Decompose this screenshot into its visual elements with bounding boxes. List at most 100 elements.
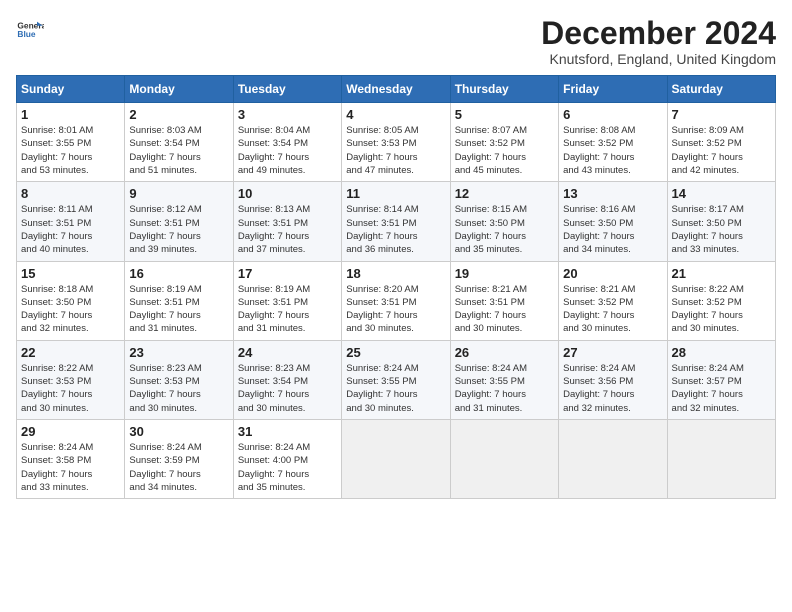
day-number: 13 (563, 186, 662, 201)
calendar-cell: 7Sunrise: 8:09 AM Sunset: 3:52 PM Daylig… (667, 103, 775, 182)
calendar-cell: 15 Sunrise: 8:18 AM Sunset: 3:50 PM Dayli… (17, 261, 125, 340)
calendar-cell: 22 Sunrise: 8:22 AM Sunset: 3:53 PM Dayli… (17, 340, 125, 419)
calendar-cell: 21 Sunrise: 8:22 AM Sunset: 3:52 PM Dayli… (667, 261, 775, 340)
day-number: 29 (21, 424, 120, 439)
day-info: Sunrise: 8:04 AM Sunset: 3:54 PM Dayligh… (238, 124, 337, 177)
day-number: 21 (672, 266, 771, 281)
day-info: Sunrise: 8:24 AM Sunset: 3:58 PM Dayligh… (21, 441, 120, 494)
calendar-cell: 29 Sunrise: 8:24 AM Sunset: 3:58 PM Dayli… (17, 419, 125, 498)
day-number: 5 (455, 107, 554, 122)
day-header-wednesday: Wednesday (342, 76, 450, 103)
day-number: 14 (672, 186, 771, 201)
calendar-cell: 27 Sunrise: 8:24 AM Sunset: 3:56 PM Dayli… (559, 340, 667, 419)
calendar-week-1: 8 Sunrise: 8:11 AM Sunset: 3:51 PM Daylig… (17, 182, 776, 261)
calendar-cell (450, 419, 558, 498)
calendar-cell: 14Sunrise: 8:17 AM Sunset: 3:50 PM Dayli… (667, 182, 775, 261)
calendar-cell: 20 Sunrise: 8:21 AM Sunset: 3:52 PM Dayli… (559, 261, 667, 340)
calendar-cell: 19Sunrise: 8:21 AM Sunset: 3:51 PM Dayli… (450, 261, 558, 340)
day-info: Sunrise: 8:18 AM Sunset: 3:50 PM Dayligh… (21, 283, 120, 336)
calendar-cell: 24Sunrise: 8:23 AM Sunset: 3:54 PM Dayli… (233, 340, 341, 419)
day-info: Sunrise: 8:11 AM Sunset: 3:51 PM Dayligh… (21, 203, 120, 256)
calendar-cell (342, 419, 450, 498)
day-number: 7 (672, 107, 771, 122)
day-header-friday: Friday (559, 76, 667, 103)
day-number: 8 (21, 186, 120, 201)
svg-text:Blue: Blue (17, 29, 35, 39)
day-info: Sunrise: 8:23 AM Sunset: 3:54 PM Dayligh… (238, 362, 337, 415)
calendar-cell: 4 Sunrise: 8:05 AM Sunset: 3:53 PM Daylig… (342, 103, 450, 182)
day-header-monday: Monday (125, 76, 233, 103)
calendar-cell: 6Sunrise: 8:08 AM Sunset: 3:52 PM Daylig… (559, 103, 667, 182)
day-info: Sunrise: 8:22 AM Sunset: 3:52 PM Dayligh… (672, 283, 771, 336)
calendar-header-row: SundayMondayTuesdayWednesdayThursdayFrid… (17, 76, 776, 103)
day-info: Sunrise: 8:14 AM Sunset: 3:51 PM Dayligh… (346, 203, 445, 256)
day-number: 22 (21, 345, 120, 360)
day-info: Sunrise: 8:03 AM Sunset: 3:54 PM Dayligh… (129, 124, 228, 177)
day-number: 9 (129, 186, 228, 201)
day-info: Sunrise: 8:05 AM Sunset: 3:53 PM Dayligh… (346, 124, 445, 177)
day-info: Sunrise: 8:12 AM Sunset: 3:51 PM Dayligh… (129, 203, 228, 256)
calendar-cell: 11 Sunrise: 8:14 AM Sunset: 3:51 PM Dayli… (342, 182, 450, 261)
day-number: 2 (129, 107, 228, 122)
day-number: 28 (672, 345, 771, 360)
day-info: Sunrise: 8:19 AM Sunset: 3:51 PM Dayligh… (129, 283, 228, 336)
day-number: 31 (238, 424, 337, 439)
day-number: 19 (455, 266, 554, 281)
calendar-cell: 16 Sunrise: 8:19 AM Sunset: 3:51 PM Dayli… (125, 261, 233, 340)
day-info: Sunrise: 8:24 AM Sunset: 3:59 PM Dayligh… (129, 441, 228, 494)
day-header-saturday: Saturday (667, 76, 775, 103)
day-number: 17 (238, 266, 337, 281)
day-info: Sunrise: 8:16 AM Sunset: 3:50 PM Dayligh… (563, 203, 662, 256)
day-info: Sunrise: 8:24 AM Sunset: 3:55 PM Dayligh… (455, 362, 554, 415)
calendar-cell: 8 Sunrise: 8:11 AM Sunset: 3:51 PM Daylig… (17, 182, 125, 261)
day-number: 20 (563, 266, 662, 281)
day-info: Sunrise: 8:01 AM Sunset: 3:55 PM Dayligh… (21, 124, 120, 177)
day-number: 15 (21, 266, 120, 281)
day-info: Sunrise: 8:21 AM Sunset: 3:52 PM Dayligh… (563, 283, 662, 336)
calendar-cell: 25Sunrise: 8:24 AM Sunset: 3:55 PM Dayli… (342, 340, 450, 419)
day-number: 4 (346, 107, 445, 122)
day-info: Sunrise: 8:24 AM Sunset: 4:00 PM Dayligh… (238, 441, 337, 494)
day-header-tuesday: Tuesday (233, 76, 341, 103)
calendar-cell: 30 Sunrise: 8:24 AM Sunset: 3:59 PM Dayli… (125, 419, 233, 498)
logo: General Blue (16, 16, 44, 44)
calendar-cell: 18 Sunrise: 8:20 AM Sunset: 3:51 PM Dayli… (342, 261, 450, 340)
day-number: 18 (346, 266, 445, 281)
day-info: Sunrise: 8:22 AM Sunset: 3:53 PM Dayligh… (21, 362, 120, 415)
calendar-cell: 2 Sunrise: 8:03 AM Sunset: 3:54 PM Daylig… (125, 103, 233, 182)
day-info: Sunrise: 8:15 AM Sunset: 3:50 PM Dayligh… (455, 203, 554, 256)
day-number: 3 (238, 107, 337, 122)
calendar-cell: 9 Sunrise: 8:12 AM Sunset: 3:51 PM Daylig… (125, 182, 233, 261)
calendar-cell: 10 Sunrise: 8:13 AM Sunset: 3:51 PM Dayli… (233, 182, 341, 261)
day-number: 30 (129, 424, 228, 439)
subtitle: Knutsford, England, United Kingdom (541, 51, 776, 67)
day-number: 10 (238, 186, 337, 201)
day-info: Sunrise: 8:13 AM Sunset: 3:51 PM Dayligh… (238, 203, 337, 256)
day-info: Sunrise: 8:20 AM Sunset: 3:51 PM Dayligh… (346, 283, 445, 336)
main-title: December 2024 (541, 16, 776, 51)
day-info: Sunrise: 8:07 AM Sunset: 3:52 PM Dayligh… (455, 124, 554, 177)
title-block: December 2024 Knutsford, England, United… (541, 16, 776, 67)
day-number: 23 (129, 345, 228, 360)
calendar-cell: 3 Sunrise: 8:04 AM Sunset: 3:54 PM Daylig… (233, 103, 341, 182)
calendar-week-3: 22 Sunrise: 8:22 AM Sunset: 3:53 PM Dayli… (17, 340, 776, 419)
calendar-cell: 13 Sunrise: 8:16 AM Sunset: 3:50 PM Dayli… (559, 182, 667, 261)
calendar-week-2: 15 Sunrise: 8:18 AM Sunset: 3:50 PM Dayli… (17, 261, 776, 340)
calendar-cell: 12Sunrise: 8:15 AM Sunset: 3:50 PM Dayli… (450, 182, 558, 261)
day-header-sunday: Sunday (17, 76, 125, 103)
calendar-week-4: 29 Sunrise: 8:24 AM Sunset: 3:58 PM Dayli… (17, 419, 776, 498)
day-number: 16 (129, 266, 228, 281)
day-info: Sunrise: 8:24 AM Sunset: 3:56 PM Dayligh… (563, 362, 662, 415)
day-number: 1 (21, 107, 120, 122)
calendar-cell: 28Sunrise: 8:24 AM Sunset: 3:57 PM Dayli… (667, 340, 775, 419)
day-number: 27 (563, 345, 662, 360)
day-number: 26 (455, 345, 554, 360)
calendar-cell: 17Sunrise: 8:19 AM Sunset: 3:51 PM Dayli… (233, 261, 341, 340)
calendar-cell (667, 419, 775, 498)
calendar-table: SundayMondayTuesdayWednesdayThursdayFrid… (16, 75, 776, 499)
page-header: General Blue December 2024 Knutsford, En… (16, 16, 776, 67)
calendar-cell: 26 Sunrise: 8:24 AM Sunset: 3:55 PM Dayli… (450, 340, 558, 419)
day-number: 11 (346, 186, 445, 201)
calendar-cell: 5 Sunrise: 8:07 AM Sunset: 3:52 PM Daylig… (450, 103, 558, 182)
calendar-cell: 23Sunrise: 8:23 AM Sunset: 3:53 PM Dayli… (125, 340, 233, 419)
